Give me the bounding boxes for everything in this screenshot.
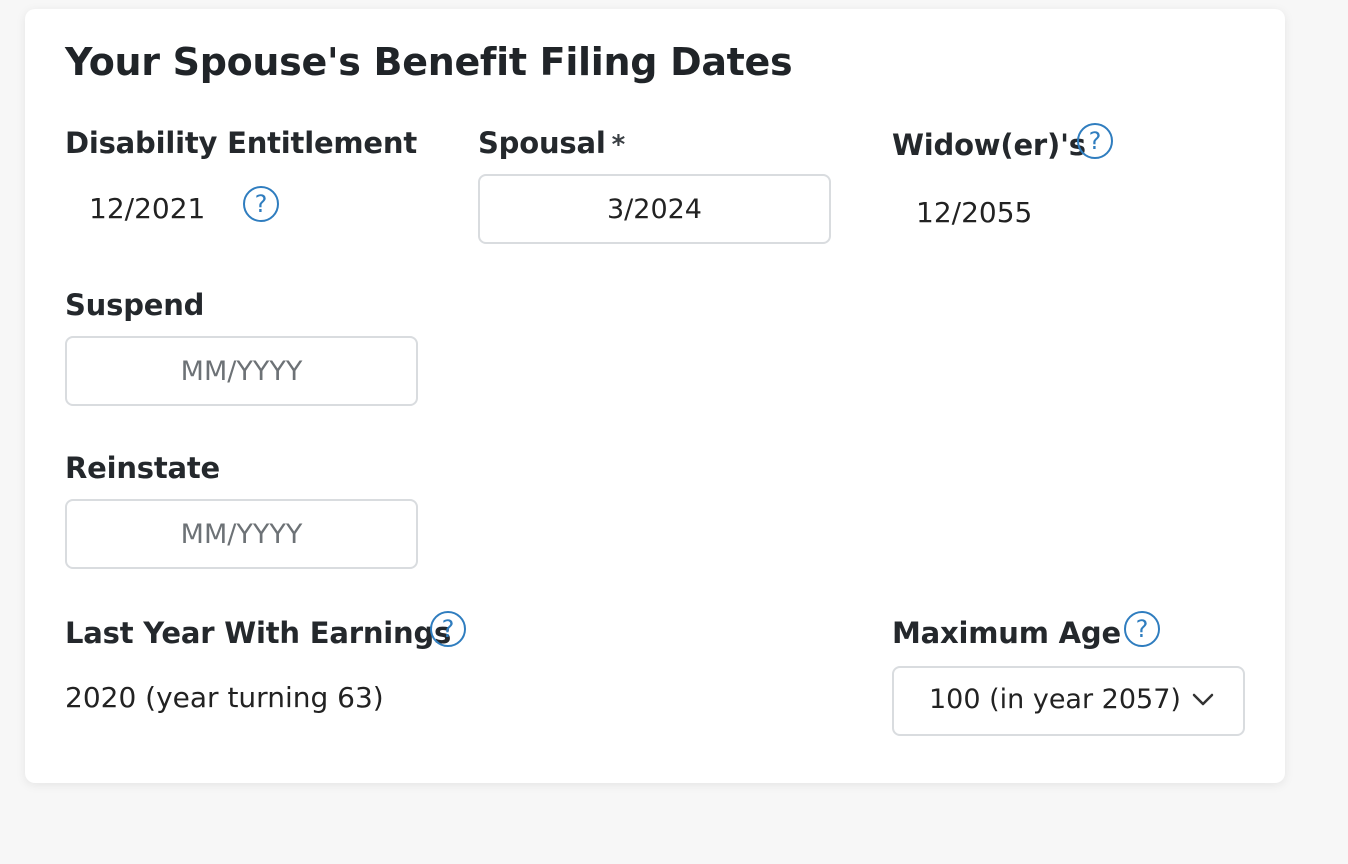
disability-entitlement-label: Disability Entitlement bbox=[65, 126, 418, 160]
spousal-date-input[interactable] bbox=[478, 174, 831, 244]
last-year-earnings-value: 2020 (year turning 63) bbox=[65, 681, 384, 714]
card-title: Your Spouse's Benefit Filing Dates bbox=[65, 40, 793, 84]
suspend-label: Suspend bbox=[65, 288, 205, 322]
maximum-age-select[interactable]: 100 (in year 2057) bbox=[892, 666, 1245, 736]
maximum-age-selected-value: 100 (in year 2057) bbox=[929, 684, 1181, 715]
spousal-label: Spousal * bbox=[478, 126, 625, 160]
widower-help-icon[interactable]: ? bbox=[1077, 123, 1113, 159]
last-year-earnings-label: Last Year With Earnings bbox=[65, 616, 452, 650]
chevron-down-icon bbox=[1192, 693, 1214, 706]
required-asterisk: * bbox=[611, 130, 626, 160]
disability-help-icon[interactable]: ? bbox=[243, 186, 279, 222]
widower-value: 12/2055 bbox=[916, 196, 1033, 229]
widower-label: Widow(er)'s bbox=[892, 128, 1086, 162]
last-year-help-icon[interactable]: ? bbox=[430, 611, 466, 647]
reinstate-date-input[interactable] bbox=[65, 499, 418, 569]
suspend-date-input[interactable] bbox=[65, 336, 418, 406]
reinstate-label: Reinstate bbox=[65, 451, 221, 485]
maximum-age-help-icon[interactable]: ? bbox=[1124, 611, 1160, 647]
disability-entitlement-value: 12/2021 bbox=[89, 192, 206, 225]
maximum-age-label: Maximum Age bbox=[892, 616, 1121, 650]
spousal-label-text: Spousal bbox=[478, 126, 606, 160]
